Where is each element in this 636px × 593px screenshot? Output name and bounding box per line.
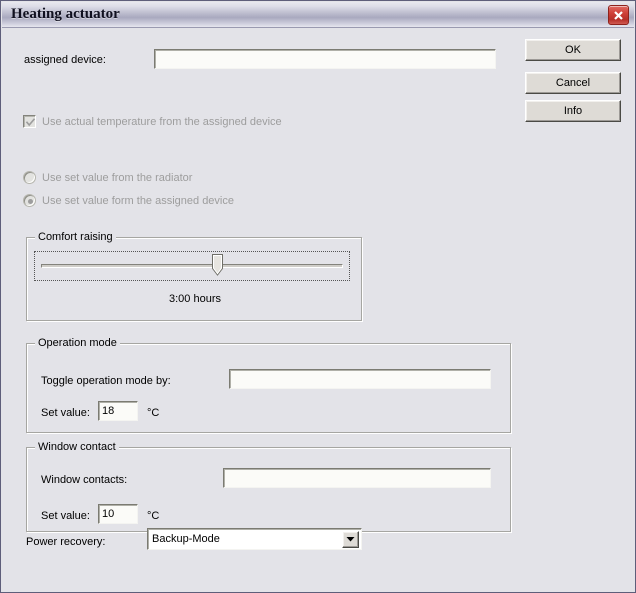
comfort-raising-title: Comfort raising — [35, 231, 116, 243]
assigned-device-input[interactable] — [154, 49, 496, 69]
radio-use-set-value-from-radiator — [23, 171, 36, 184]
window-contacts-label: Window contacts: — [41, 474, 128, 486]
window-contact-unit-label: °C — [147, 510, 160, 522]
operation-mode-title: Operation mode — [35, 337, 120, 349]
operation-mode-set-value-label: Set value: — [41, 407, 90, 419]
chevron-down-icon[interactable] — [342, 530, 359, 548]
window-title: Heating actuator — [11, 6, 120, 22]
window-contact-group: Window contact Window contacts: Set valu… — [26, 441, 511, 532]
window-contact-set-value-label: Set value: — [41, 510, 90, 522]
comfort-raising-slider-track[interactable] — [41, 264, 343, 268]
use-actual-temperature-checkbox — [23, 115, 36, 128]
radio-selected-dot — [28, 199, 33, 204]
title-bar[interactable]: Heating actuator — [2, 2, 634, 28]
close-x-icon — [612, 9, 625, 22]
radio-use-set-value-from-assigned-device — [23, 194, 36, 207]
operation-mode-set-value-input[interactable]: 18 — [98, 401, 138, 421]
comfort-raising-group: Comfort raising 3:00 hours — [26, 231, 362, 321]
radio-radiator-label: Use set value from the radiator — [42, 172, 193, 184]
info-button[interactable]: Info — [525, 100, 621, 122]
window-contacts-input[interactable] — [223, 468, 491, 488]
use-actual-temperature-label: Use actual temperature from the assigned… — [42, 116, 282, 128]
assigned-device-label: assigned device: — [24, 54, 106, 66]
window-contact-title: Window contact — [35, 441, 119, 453]
toggle-operation-mode-input[interactable] — [229, 369, 491, 389]
dialog-body: OK Cancel Info assigned device: Use actu… — [2, 28, 634, 591]
cancel-button[interactable]: Cancel — [525, 72, 621, 94]
ok-button[interactable]: OK — [525, 39, 621, 61]
comfort-raising-value: 3:00 hours — [169, 293, 221, 305]
dialog-window: Heating actuator OK Cancel Info assigned… — [0, 0, 636, 593]
close-button[interactable] — [608, 5, 629, 25]
power-recovery-label: Power recovery: — [26, 536, 106, 548]
power-recovery-selected-value: Backup-Mode — [152, 533, 220, 545]
radio-assigned-device-label: Use set value form the assigned device — [42, 195, 234, 207]
operation-mode-unit-label: °C — [147, 407, 160, 419]
power-recovery-combobox[interactable]: Backup-Mode — [147, 528, 362, 550]
operation-mode-group: Operation mode Toggle operation mode by:… — [26, 337, 511, 433]
window-contact-set-value-input[interactable]: 10 — [98, 504, 138, 524]
toggle-operation-mode-label: Toggle operation mode by: — [41, 375, 171, 387]
comfort-raising-slider-thumb[interactable] — [212, 254, 223, 276]
